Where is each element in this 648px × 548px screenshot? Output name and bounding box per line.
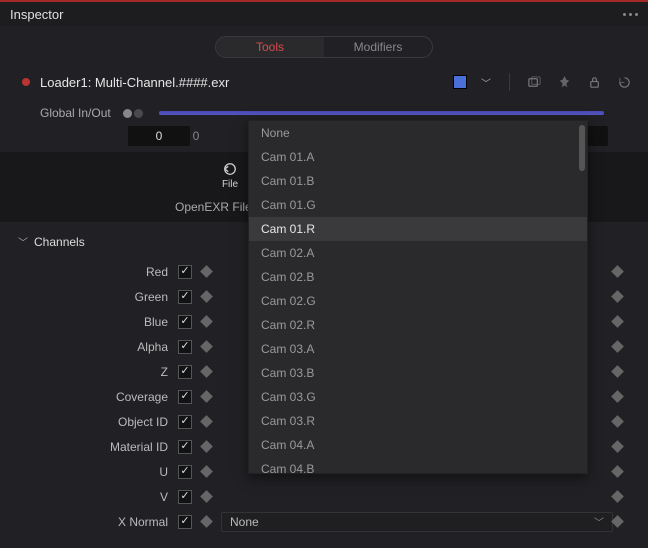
dropdown-option[interactable]: Cam 04.A xyxy=(249,433,587,457)
keyframe-diamond-icon[interactable] xyxy=(200,440,213,453)
keyframe-diamond-icon[interactable] xyxy=(200,290,213,303)
dropdown-option[interactable]: Cam 04.B xyxy=(249,457,587,481)
channel-checkbox[interactable] xyxy=(178,415,192,429)
channel-label: Material ID xyxy=(0,440,178,454)
keyframe-diamond-icon[interactable] xyxy=(200,265,213,278)
channel-checkbox[interactable] xyxy=(178,315,192,329)
disclosure-chevron-icon: ﹀ xyxy=(18,234,28,249)
channel-label: Alpha xyxy=(0,340,178,354)
dropdown-option[interactable]: Cam 01.B xyxy=(249,169,587,193)
channel-label: Z xyxy=(0,365,178,379)
color-chevron-icon[interactable]: ﹀ xyxy=(477,75,495,90)
keyframe-diamond-icon[interactable] xyxy=(611,490,624,503)
dropdown-option[interactable]: Cam 02.B xyxy=(249,265,587,289)
channel-label: V xyxy=(0,490,178,504)
channel-label: U xyxy=(0,465,178,479)
pin-icon[interactable] xyxy=(554,72,574,92)
xnormal-value: None xyxy=(230,515,259,529)
keyframe-diamond-icon[interactable] xyxy=(611,340,624,353)
tile-color-swatch[interactable] xyxy=(453,75,467,89)
dropdown-option[interactable]: Cam 03.R xyxy=(249,409,587,433)
channel-checkbox[interactable] xyxy=(178,440,192,454)
panel-menu-icon[interactable] xyxy=(623,13,638,16)
channel-checkbox[interactable] xyxy=(178,365,192,379)
dropdown-option[interactable]: Cam 02.A xyxy=(249,241,587,265)
range-handles-icon[interactable] xyxy=(123,109,143,118)
enable-dot-icon[interactable] xyxy=(22,78,30,86)
file-tab-button[interactable]: File xyxy=(210,162,250,190)
reset-icon[interactable] xyxy=(614,72,634,92)
channel-checkbox[interactable] xyxy=(178,290,192,304)
divider xyxy=(509,73,510,91)
keyframe-diamond-icon[interactable] xyxy=(200,365,213,378)
channel-label: Green xyxy=(0,290,178,304)
dropdown-option[interactable]: Cam 03.G xyxy=(249,385,587,409)
keyframe-diamond-icon[interactable] xyxy=(611,265,624,278)
xnormal-checkbox[interactable] xyxy=(178,515,192,529)
channel-label: Coverage xyxy=(0,390,178,404)
dropdown-option[interactable]: None xyxy=(249,121,587,145)
dropdown-option[interactable]: Cam 01.G xyxy=(249,193,587,217)
keyframe-diamond-icon[interactable] xyxy=(200,465,213,478)
channel-checkbox[interactable] xyxy=(178,465,192,479)
dropdown-option[interactable]: Cam 01.R xyxy=(249,217,587,241)
keyframe-diamond-icon[interactable] xyxy=(611,315,624,328)
dropdown-option[interactable]: Cam 01.A xyxy=(249,145,587,169)
global-in-out-label: Global In/Out xyxy=(40,106,111,120)
keyframe-diamond-icon[interactable] xyxy=(200,390,213,403)
dropdown-option[interactable]: Cam 03.B xyxy=(249,361,587,385)
channel-label: Blue xyxy=(0,315,178,329)
chevron-down-icon: ﹀ xyxy=(594,514,604,529)
dropdown-scrollbar[interactable] xyxy=(579,125,585,171)
keyframe-diamond-icon[interactable] xyxy=(611,365,624,378)
channel-checkbox[interactable] xyxy=(178,340,192,354)
xnormal-dropdown[interactable]: None ﹀ xyxy=(221,512,613,532)
left-tick: 0 xyxy=(190,129,202,143)
keyframe-diamond-icon[interactable] xyxy=(611,390,624,403)
global-in-field[interactable]: 0 xyxy=(128,126,190,146)
tab-tools[interactable]: Tools xyxy=(216,37,324,57)
channel-checkbox[interactable] xyxy=(178,265,192,279)
channel-label: Red xyxy=(0,265,178,279)
keyframe-diamond-icon[interactable] xyxy=(611,440,624,453)
inspector-title: Inspector xyxy=(10,7,63,22)
channel-checkbox[interactable] xyxy=(178,390,192,404)
channel-checkbox[interactable] xyxy=(178,490,192,504)
keyframe-diamond-icon[interactable] xyxy=(200,340,213,353)
tab-modifiers[interactable]: Modifiers xyxy=(324,37,432,57)
global-range-slider[interactable] xyxy=(159,111,604,115)
keyframe-diamond-icon[interactable] xyxy=(200,490,213,503)
xnormal-label: X Normal xyxy=(0,515,178,529)
keyframe-diamond-icon[interactable] xyxy=(200,315,213,328)
file-tab-label: File xyxy=(222,179,238,190)
keyframe-diamond-icon[interactable] xyxy=(200,515,213,528)
node-title: Loader1: Multi-Channel.####.exr xyxy=(40,75,443,90)
channels-label: Channels xyxy=(34,235,85,249)
channel-label: Object ID xyxy=(0,415,178,429)
dropdown-option[interactable]: Cam 03.A xyxy=(249,337,587,361)
keyframe-diamond-icon[interactable] xyxy=(611,465,624,478)
dropdown-option[interactable]: Cam 02.G xyxy=(249,289,587,313)
dropdown-option[interactable]: Cam 02.R xyxy=(249,313,587,337)
versions-icon[interactable] xyxy=(524,72,544,92)
keyframe-diamond-icon[interactable] xyxy=(611,290,624,303)
keyframe-diamond-icon[interactable] xyxy=(611,515,624,528)
lock-icon[interactable] xyxy=(584,72,604,92)
tab-group: Tools Modifiers xyxy=(215,36,433,58)
keyframe-diamond-icon[interactable] xyxy=(611,415,624,428)
keyframe-diamond-icon[interactable] xyxy=(200,415,213,428)
